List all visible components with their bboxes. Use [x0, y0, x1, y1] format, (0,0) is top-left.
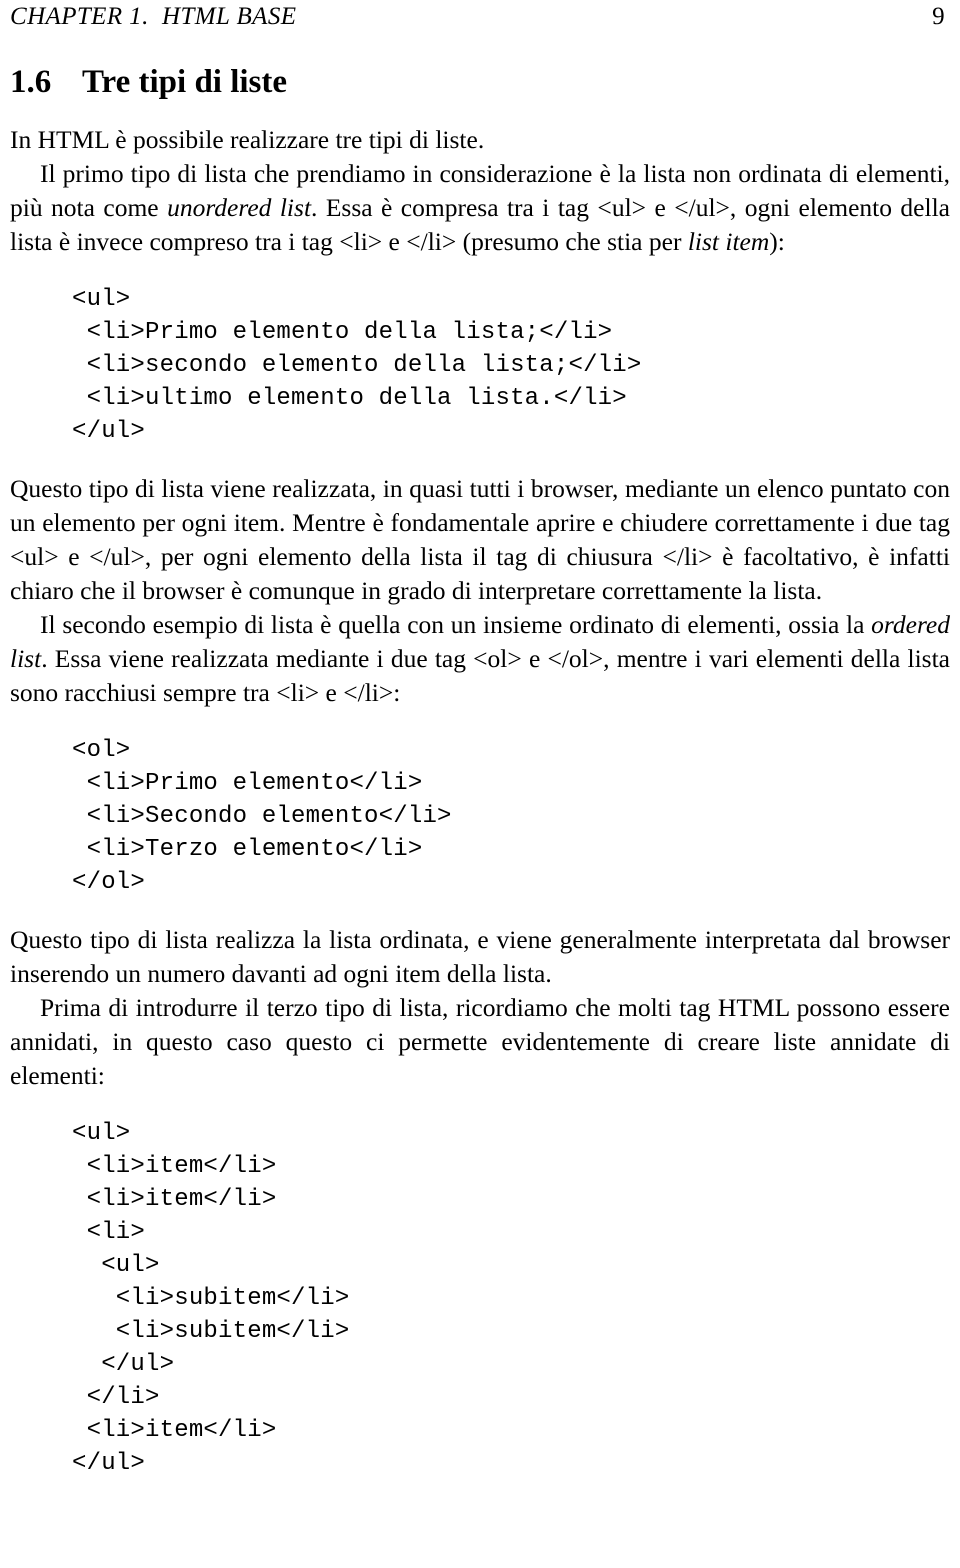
paragraph-unordered-explanation: Questo tipo di lista viene realizzata, i… — [10, 472, 950, 608]
paragraph-ordered-explanation-text: Questo tipo di lista realizza la lista o… — [10, 925, 950, 988]
section-number: 1.6 — [10, 64, 52, 100]
paragraph-unordered-explanation-text: Questo tipo di lista viene realizzata, i… — [10, 474, 950, 605]
paragraph-unordered-intro: Il primo tipo di lista che prendiamo in … — [10, 157, 950, 259]
paragraph-ordered-intro-part1: Il secondo esempio di lista è quella con… — [40, 610, 872, 639]
paragraph-unordered-intro-part3: ): — [769, 227, 785, 256]
section-heading: 1.6 Tre tipi di liste — [10, 62, 950, 102]
paragraph-nested-intro: Prima di introdurre il terzo tipo di lis… — [10, 991, 950, 1093]
code-block-ordered-list: <ol> <li>Primo elemento</li> <li>Secondo… — [72, 737, 452, 896]
running-header-chapter: CHAPTER 1. HTML BASE — [10, 3, 297, 30]
paragraph-intro: In HTML è possibile realizzare tre tipi … — [10, 123, 950, 157]
paragraph-ordered-intro-part2: . Essa viene realizzata mediante i due t… — [10, 644, 950, 707]
emphasis-list-item: list item — [687, 227, 770, 256]
section-title: Tre tipi di liste — [82, 64, 288, 100]
page-content: CHAPTER 1. HTML BASE 9 1.6 Tre tipi di li… — [10, 0, 950, 1480]
emphasis-unordered-list: unordered list — [167, 193, 312, 222]
paragraph-ordered-intro: Il secondo esempio di lista è quella con… — [10, 608, 950, 710]
paragraph-intro-text: In HTML è possibile realizzare tre tipi … — [10, 125, 485, 154]
paragraph-ordered-explanation: Questo tipo di lista realizza la lista o… — [10, 923, 950, 991]
running-header: CHAPTER 1. HTML BASE 9 — [10, 0, 950, 34]
code-block-nested-list: <ul> <li>item</li> <li>item</li> <li> <u… — [72, 1120, 350, 1477]
document-page: CHAPTER 1. HTML BASE 9 1.6 Tre tipi di li… — [0, 0, 960, 1568]
page-number: 9 — [932, 3, 945, 30]
paragraph-nested-intro-text: Prima di introdurre il terzo tipo di lis… — [10, 993, 950, 1090]
code-block-unordered-list: <ul> <li>Primo elemento della lista;</li… — [72, 286, 642, 445]
